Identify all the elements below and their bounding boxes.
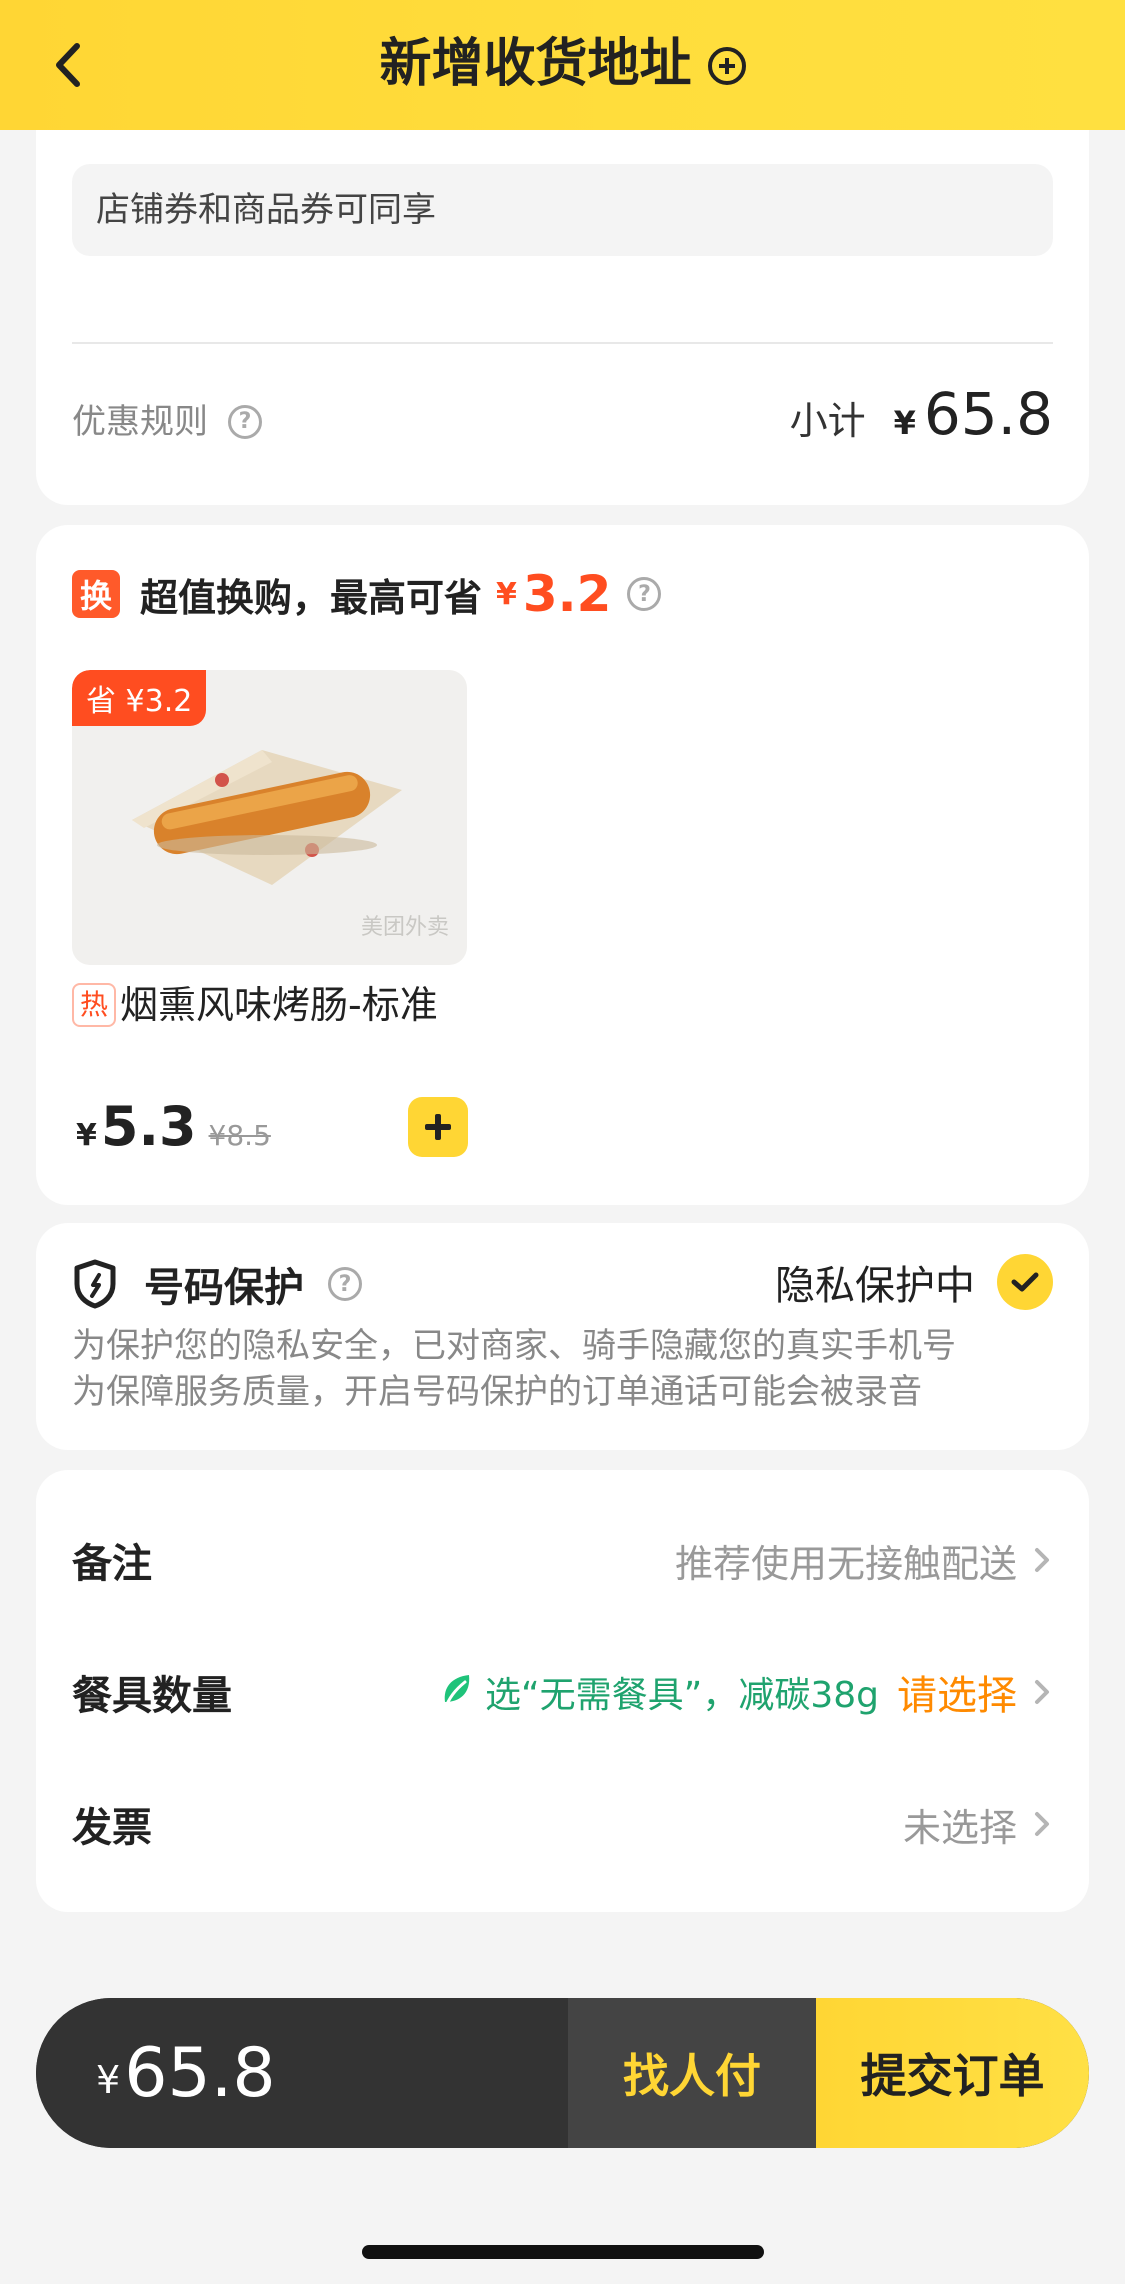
page-title: 新增收货地址: [379, 34, 692, 94]
subtotal-label: 小计: [789, 399, 866, 443]
low-carbon-hint: 选“无需餐具”，减碳38g: [485, 1675, 879, 1716]
total-amount: 65.8: [124, 2033, 276, 2113]
original-price: ¥8.5: [208, 1119, 271, 1152]
add-address-title[interactable]: 新增收货地址: [0, 28, 1125, 100]
tableware-row[interactable]: 餐具数量 选“无需餐具”，减碳38g 请选择: [72, 1652, 1053, 1732]
discount-card: 店铺券和商品券可同享 优惠规则 ? 小计 ¥ 65.8: [36, 80, 1089, 505]
chevron-right-icon: [1035, 1680, 1049, 1704]
subtotal-value: 65.8: [923, 380, 1053, 448]
order-total: ¥ 65.8: [36, 1998, 568, 2148]
discount-rules-link[interactable]: 优惠规则 ?: [72, 398, 262, 446]
product-image[interactable]: 省 ¥3.2 美团外卖: [72, 670, 467, 965]
help-icon[interactable]: ?: [627, 577, 662, 611]
max-save-amount: 3.2: [522, 565, 612, 623]
phone-protection-description: 为保护您的隐私安全，已对商家、骑手隐藏您的真实手机号 为保障服务质量，开启号码保…: [72, 1323, 1062, 1415]
currency-symbol: ¥: [96, 2058, 121, 2102]
description-line: 为保障服务质量，开启号码保护的订单通话可能会被录音: [72, 1372, 922, 1412]
chevron-right-icon: [1035, 1812, 1049, 1836]
watermark: 美团外卖: [360, 915, 449, 940]
save-badge: 省 ¥3.2: [72, 670, 207, 726]
top-nav-bar: 新增收货地址: [0, 0, 1125, 130]
submit-order-button[interactable]: 提交订单: [816, 1998, 1089, 2148]
invoice-row[interactable]: 发票 未选择: [72, 1784, 1053, 1864]
privacy-status-text: 隐私保护中: [775, 1263, 975, 1309]
exchange-purchase-card: 换 超值换购，最高可省 ¥ 3.2 ? 省 ¥3.2 美团外卖 热烟熏风味烤肠-…: [36, 525, 1089, 1205]
check-icon[interactable]: [997, 1254, 1053, 1310]
find-someone-pay-button[interactable]: 找人付: [568, 1998, 816, 2148]
exchange-header: 换 超值换购，最高可省 ¥ 3.2 ?: [72, 565, 662, 623]
phone-protection-card: 号码保护 ? 隐私保护中 为保护您的隐私安全，已对商家、骑手隐藏您的真实手机号 …: [36, 1223, 1089, 1450]
order-options-card: 备注 推荐使用无接触配送 餐具数量 选“无需餐具”，减碳38g 请选择 发票 未…: [36, 1470, 1089, 1912]
plus-icon: [425, 1114, 451, 1140]
help-icon[interactable]: ?: [328, 1267, 362, 1301]
invoice-value: 未选择: [902, 1805, 1017, 1850]
hot-badge: 热: [72, 983, 116, 1027]
tableware-select[interactable]: 请选择: [897, 1663, 1017, 1721]
product-name-text: 烟熏风味烤肠-标准: [120, 983, 438, 1027]
add-to-cart-button[interactable]: [408, 1097, 468, 1157]
add-circle-icon: [707, 47, 746, 85]
remark-label: 备注: [72, 1541, 152, 1587]
remark-row[interactable]: 备注 推荐使用无接触配送: [72, 1520, 1053, 1600]
phone-protection-title: 号码保护: [144, 1265, 304, 1311]
checkout-bar: ¥ 65.8 找人付 提交订单: [36, 1998, 1089, 2148]
exchange-icon: 换: [72, 570, 120, 618]
currency-symbol: ¥: [496, 576, 517, 612]
subtotal: 小计 ¥ 65.8: [790, 380, 1053, 448]
chevron-right-icon: [1035, 1548, 1049, 1572]
phone-protection-header: 号码保护 ?: [72, 1255, 362, 1313]
coupon-note: 店铺券和商品券可同享: [72, 164, 1053, 256]
current-price: 5.3: [100, 1095, 197, 1158]
currency-symbol: ¥: [76, 1118, 97, 1153]
exchange-title: 超值换购，最高可省: [140, 575, 483, 620]
discount-rules-label: 优惠规则: [72, 402, 208, 442]
description-line: 为保护您的隐私安全，已对商家、骑手隐藏您的真实手机号: [72, 1326, 956, 1366]
product-price: ¥ 5.3 ¥8.5: [76, 1095, 271, 1158]
privacy-toggle[interactable]: 隐私保护中: [775, 1253, 1053, 1311]
leaf-icon: [443, 1675, 470, 1711]
currency-symbol: ¥: [893, 404, 916, 442]
tableware-label: 餐具数量: [72, 1673, 232, 1719]
product-name[interactable]: 热烟熏风味烤肠-标准: [72, 980, 472, 1030]
divider: [72, 342, 1053, 344]
invoice-label: 发票: [72, 1805, 152, 1851]
shield-icon: [74, 1259, 116, 1309]
checkmark-icon: [1011, 1272, 1039, 1292]
help-icon[interactable]: ?: [228, 405, 262, 439]
remark-value: 推荐使用无接触配送: [674, 1541, 1017, 1586]
home-indicator[interactable]: [362, 2245, 764, 2259]
